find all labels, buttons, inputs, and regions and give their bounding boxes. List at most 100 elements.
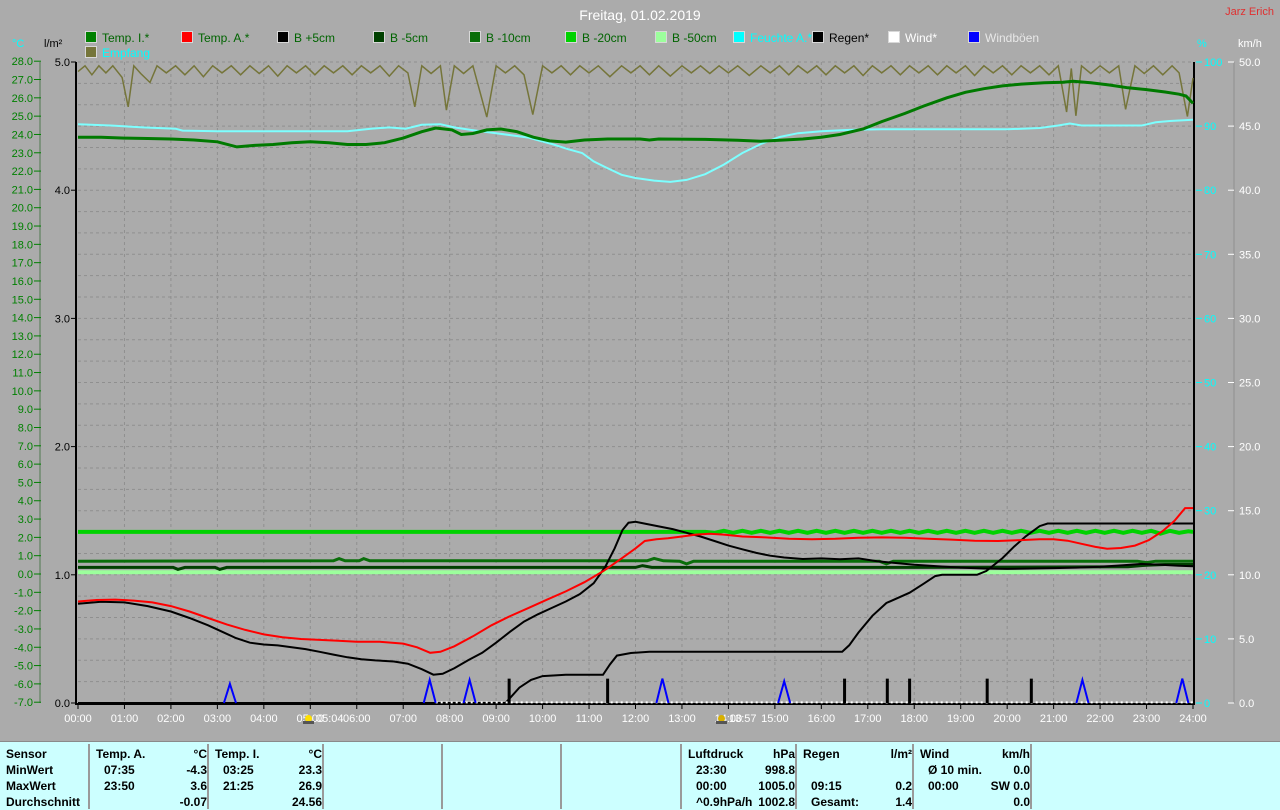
rain-tick-label: 3.0 bbox=[55, 313, 70, 325]
pct-tick-label: 30 bbox=[1204, 506, 1216, 518]
x-tick-label: 22:00 bbox=[1086, 713, 1114, 725]
series-b-20cm bbox=[78, 531, 1193, 534]
table-cell-time: 09:15 bbox=[811, 779, 842, 793]
x-tick-label: 19:00 bbox=[947, 713, 975, 725]
table-col-header: Regen bbox=[803, 747, 840, 761]
temp-tick-label: 24.0 bbox=[12, 129, 33, 141]
table-col-unit: km/h bbox=[1002, 747, 1030, 761]
series-b-10cm bbox=[78, 558, 1193, 564]
temp-tick-label: 2.0 bbox=[18, 532, 33, 544]
table-divider bbox=[1030, 744, 1032, 809]
table-cell-value: 24.56 bbox=[292, 795, 322, 809]
kmh-tick-label: 15.0 bbox=[1239, 506, 1260, 518]
table-row-label: MaxWert bbox=[6, 779, 56, 793]
temp-tick-label: 28.0 bbox=[12, 56, 33, 68]
table-divider bbox=[88, 744, 90, 809]
sunset-time: 13:57 bbox=[729, 713, 757, 725]
temp-tick-label: 25.0 bbox=[12, 111, 33, 123]
table-cell-value: 1002.8 bbox=[758, 795, 795, 809]
pct-tick-label: 100 bbox=[1204, 57, 1222, 69]
kmh-tick-label: 20.0 bbox=[1239, 442, 1260, 454]
rain-tick-label: 5.0 bbox=[55, 57, 70, 69]
table-cell-value: -0.07 bbox=[180, 795, 207, 809]
temp-tick-label: -1.0 bbox=[14, 587, 33, 599]
table-col-unit: l/m² bbox=[891, 747, 912, 761]
table-cell-value: 998.8 bbox=[765, 763, 795, 777]
kmh-tick-label: 30.0 bbox=[1239, 313, 1260, 325]
table-divider bbox=[441, 744, 443, 809]
sunrise-icon bbox=[303, 714, 314, 724]
pct-tick-label: 20 bbox=[1204, 570, 1216, 582]
table-cell-value: 3.6 bbox=[190, 779, 207, 793]
rain-impulse-bar bbox=[908, 679, 911, 703]
x-tick-label: 02:00 bbox=[157, 713, 185, 725]
table-col-unit: °C bbox=[194, 747, 207, 761]
temp-tick-label: 9.0 bbox=[18, 404, 33, 416]
temp-tick-label: 0.0 bbox=[18, 569, 33, 581]
pct-tick-label: 0 bbox=[1204, 698, 1210, 710]
x-tick-label: 24:00 bbox=[1179, 713, 1207, 725]
rain-impulse-bar bbox=[986, 679, 989, 703]
temp-tick-label: -3.0 bbox=[14, 624, 33, 636]
table-cell-value: 26.9 bbox=[299, 779, 322, 793]
kmh-tick-label: 10.0 bbox=[1239, 570, 1260, 582]
temp-tick-label: 7.0 bbox=[18, 441, 33, 453]
x-tick-label: 20:00 bbox=[993, 713, 1021, 725]
series-empfang bbox=[78, 66, 1193, 117]
temp-tick-label: 5.0 bbox=[18, 477, 33, 489]
kmh-tick-label: 40.0 bbox=[1239, 185, 1260, 197]
x-tick-label: 13:00 bbox=[668, 713, 696, 725]
rain-impulse-bar bbox=[886, 679, 889, 703]
temp-tick-label: 22.0 bbox=[12, 166, 33, 178]
table-cell-time: 23:30 bbox=[696, 763, 727, 777]
weather-chart-window: Freitag, 01.02.2019 Jarz Erich °C l/m² %… bbox=[0, 0, 1280, 810]
table-cell-time: Ø 10 min. bbox=[928, 763, 982, 777]
temp-tick-label: 6.0 bbox=[18, 459, 33, 471]
wind-gust-spike bbox=[656, 679, 668, 703]
series-temp-i- bbox=[78, 81, 1193, 147]
sunset-marker: 13:57 bbox=[716, 713, 757, 725]
kmh-tick-label: 50.0 bbox=[1239, 57, 1260, 69]
pct-tick-label: 50 bbox=[1204, 378, 1216, 390]
table-col-header: Temp. A. bbox=[96, 747, 145, 761]
temp-tick-label: 26.0 bbox=[12, 93, 33, 105]
table-col-header: Temp. I. bbox=[215, 747, 259, 761]
rain-tick-label: 0.0 bbox=[55, 698, 70, 710]
temp-tick-label: 12.0 bbox=[12, 349, 33, 361]
x-tick-label: 09:00 bbox=[482, 713, 510, 725]
x-tick-label: 07:00 bbox=[389, 713, 417, 725]
table-divider bbox=[912, 744, 914, 809]
table-row-label: Sensor bbox=[6, 747, 47, 761]
temp-tick-label: 17.0 bbox=[12, 258, 33, 270]
rain-tick-label: 1.0 bbox=[55, 570, 70, 582]
x-tick-label: 04:00 bbox=[250, 713, 278, 725]
x-tick-label: 00:00 bbox=[64, 713, 92, 725]
pct-tick-label: 10 bbox=[1204, 634, 1216, 646]
table-cell-time: 07:35 bbox=[104, 763, 135, 777]
x-tick-label: 11:00 bbox=[576, 713, 603, 725]
rain-tick-label: 2.0 bbox=[55, 442, 70, 454]
sunrise-time: 05:04 bbox=[316, 713, 344, 725]
table-cell-value: SW 0.0 bbox=[991, 779, 1030, 793]
rain-impulse-bar bbox=[606, 679, 609, 703]
table-cell-time: 00:00 bbox=[928, 779, 959, 793]
table-row-label: Durchschnitt bbox=[6, 795, 80, 809]
rain-tick-label: 4.0 bbox=[55, 185, 70, 197]
x-tick-label: 12:00 bbox=[622, 713, 650, 725]
pct-tick-label: 40 bbox=[1204, 442, 1216, 454]
table-row-label: MinWert bbox=[6, 763, 53, 777]
wind-gust-spike bbox=[778, 681, 790, 703]
stats-table: Sensor MinWert MaxWert Durchschnitt Temp. A.… bbox=[0, 741, 1280, 810]
table-cell-value: 23.3 bbox=[299, 763, 322, 777]
sunset-icon bbox=[716, 714, 727, 724]
temp-tick-label: -2.0 bbox=[14, 606, 33, 618]
temp-tick-label: 18.0 bbox=[12, 239, 33, 251]
x-tick-label: 17:00 bbox=[854, 713, 882, 725]
temp-tick-label: -7.0 bbox=[14, 697, 33, 709]
pct-tick-label: 70 bbox=[1204, 249, 1216, 261]
table-divider bbox=[795, 744, 797, 809]
temp-tick-label: 10.0 bbox=[12, 386, 33, 398]
table-cell-time: ^0.9hPa/h bbox=[696, 795, 752, 809]
kmh-tick-label: 25.0 bbox=[1239, 378, 1260, 390]
pct-tick-label: 90 bbox=[1204, 121, 1216, 133]
